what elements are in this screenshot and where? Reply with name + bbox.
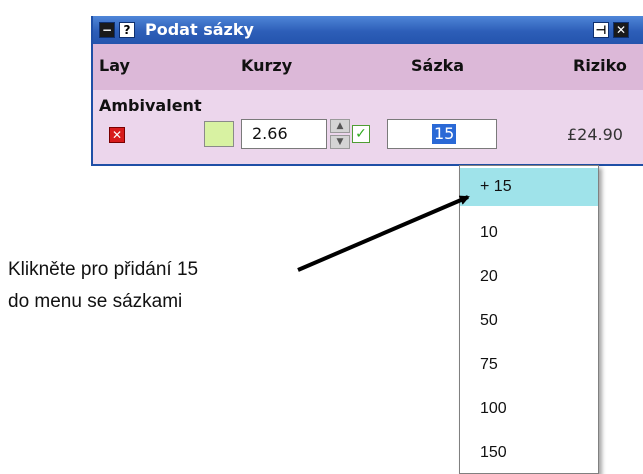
- menu-item-add-stake[interactable]: + 15: [460, 168, 598, 206]
- odds-color-swatch: [204, 121, 234, 147]
- menu-item[interactable]: 100: [460, 390, 598, 428]
- spin-up-icon[interactable]: ▲: [330, 119, 350, 133]
- annotation-caption: Klikněte pro přidání 15 do menu se sázka…: [8, 254, 308, 318]
- stake-dropdown-menu[interactable]: + 15 10 20 50 75 100 150: [459, 165, 599, 474]
- annotation-line-1: Klikněte pro přidání 15: [8, 259, 199, 280]
- menu-item[interactable]: 150: [460, 434, 598, 472]
- column-stake: Sázka: [411, 56, 465, 75]
- menu-item[interactable]: 10: [460, 214, 598, 252]
- column-header-row: Lay Kurzy Sázka Riziko: [93, 44, 643, 90]
- risk-value: £24.90: [567, 125, 623, 144]
- window-title: Podat sázky: [145, 20, 254, 39]
- selection-name: Ambivalent: [99, 96, 202, 115]
- confirm-check-icon[interactable]: ✓: [352, 125, 370, 143]
- stake-input[interactable]: 15: [387, 119, 497, 149]
- column-risk: Riziko: [573, 56, 627, 75]
- odds-input[interactable]: 2.66: [241, 119, 327, 149]
- column-lay: Lay: [99, 56, 130, 75]
- help-icon[interactable]: ?: [119, 22, 135, 38]
- spin-down-icon[interactable]: ▼: [330, 135, 350, 149]
- pin-icon[interactable]: ⊣: [593, 22, 609, 38]
- close-icon[interactable]: ✕: [613, 22, 629, 38]
- column-odds: Kurzy: [241, 56, 293, 75]
- minimize-icon[interactable]: −: [99, 22, 115, 38]
- remove-bet-icon[interactable]: ✕: [109, 127, 125, 143]
- stake-value-selected: 15: [432, 124, 457, 144]
- bet-slip-window: − ? Podat sázky ⊣ ✕ Lay Kurzy Sázka Rizi…: [91, 16, 643, 166]
- menu-item[interactable]: 50: [460, 302, 598, 340]
- menu-item[interactable]: 75: [460, 346, 598, 384]
- annotation-line-2: do menu se sázkami: [8, 291, 183, 312]
- menu-item[interactable]: 20: [460, 258, 598, 296]
- title-bar[interactable]: − ? Podat sázky ⊣ ✕: [93, 16, 643, 44]
- odds-spinner[interactable]: ▲ ▼: [330, 119, 350, 149]
